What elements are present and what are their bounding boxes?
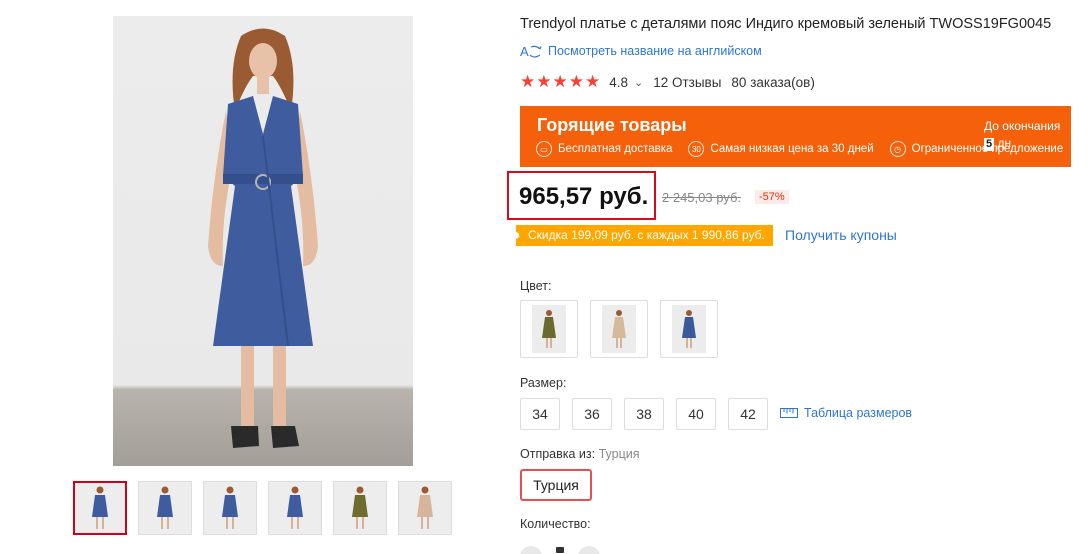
promo-feature: ▭ Бесплатная доставка [536,141,672,157]
color-swatch-cream[interactable] [590,300,648,358]
translate-icon: A [520,44,542,59]
size-chart-link[interactable]: Таблица размеров [780,406,912,420]
ship-from-label: Отправка из: Турция [520,447,640,461]
countdown-label: До окончания [984,119,1061,133]
translate-title-link[interactable]: A Посмотреть название на английском [520,43,762,59]
reviews-count[interactable]: 12 Отзывы [653,75,721,90]
old-price: 2 245,03 руб. [662,190,742,205]
size-option[interactable]: 42 [728,398,768,430]
size-label: Размер: [520,376,567,390]
size-option[interactable]: 36 [572,398,612,430]
thumbnail-4[interactable] [268,481,322,535]
dress-model-illustration [208,28,318,448]
color-swatch-olive-green[interactable] [520,300,578,358]
ship-from-option[interactable]: Турция [520,469,592,501]
lowest-price-icon: 30 [688,141,705,157]
thumbnail-1[interactable] [73,481,127,535]
thumbnail-strip [73,481,463,535]
discount-badge: -57% [755,190,789,204]
promo-title: Горящие товары [537,115,687,135]
current-price: 965,57 руб. [519,183,649,210]
ship-from-value: Турция [598,447,640,461]
translate-link-label: Посмотреть название на английском [548,44,762,58]
quantity-value [556,547,564,553]
ship-from-title: Отправка из: [520,447,596,461]
size-option[interactable]: 34 [520,398,560,430]
size-option[interactable]: 40 [676,398,716,430]
svg-text:A: A [520,44,529,59]
quantity-decrease-button[interactable] [520,546,542,554]
thumbnail-5[interactable] [333,481,387,535]
countdown-days-unit: дн [997,136,1012,150]
promo-feature: ◷ Ограниченное предложение [889,141,1063,157]
coupon-badge: Скидка 199,09 руб. с каждых 1 990,86 руб… [516,225,773,246]
size-chart-label: Таблица размеров [804,406,913,420]
rating-row: ★★★★★ 4.8 ⌄ 12 Отзывы 80 заказа(ов) [520,72,815,92]
rating-value[interactable]: 4.8 [609,75,628,90]
promo-feature-label: Бесплатная доставка [558,143,673,155]
thumbnail-3[interactable] [203,481,257,535]
quantity-increase-button[interactable] [578,546,600,554]
color-swatch-indigo[interactable] [660,300,718,358]
color-label: Цвет: [520,279,552,293]
thumbnail-2[interactable] [138,481,192,535]
main-product-image[interactable] [113,16,413,466]
countdown-days-number: 5 [984,138,995,151]
quantity-label: Количество: [520,517,591,531]
free-shipping-icon: ▭ [536,141,552,157]
countdown: До окончания 5 дн [984,119,1061,151]
rating-stars: ★★★★★ [520,72,602,91]
thumbnail-6[interactable] [398,481,452,535]
ruler-icon [780,408,798,418]
promo-feature: 30 Самая низкая цена за 30 дней [688,141,874,157]
promo-banner[interactable]: Горящие товары ▭ Бесплатная доставка 30 … [520,106,1071,167]
chevron-down-icon[interactable]: ⌄ [634,76,643,89]
product-title: Trendyol платье с деталями пояс Индиго к… [520,16,1052,32]
get-coupons-link[interactable]: Получить купоны [785,227,897,243]
orders-count: 80 заказа(ов) [731,74,815,90]
countdown-days: 5 дн [984,136,1011,151]
promo-feature-label: Самая низкая цена за 30 дней [710,143,874,155]
size-option[interactable]: 38 [624,398,664,430]
clock-icon: ◷ [889,141,906,157]
